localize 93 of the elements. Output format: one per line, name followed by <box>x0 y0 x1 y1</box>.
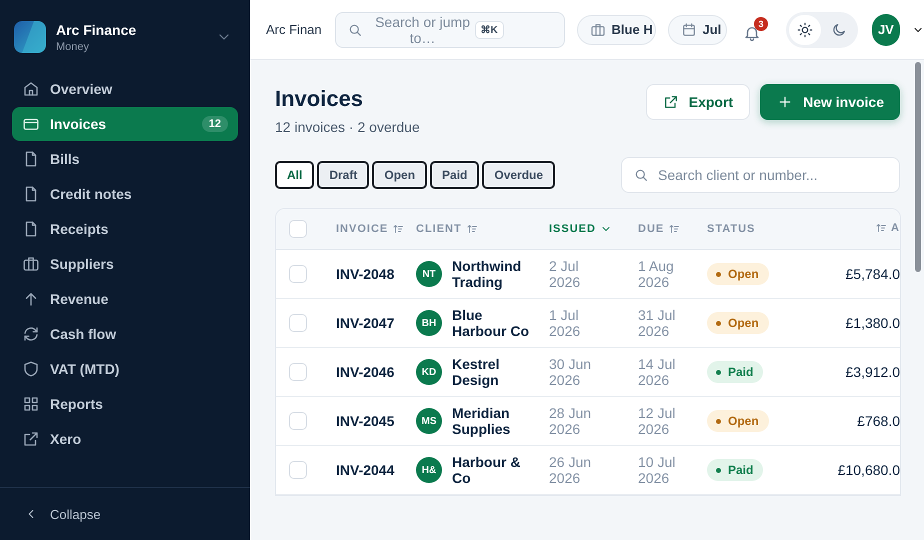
invoice-number[interactable]: INV-2048 <box>336 266 394 282</box>
sidebar-item[interactable]: Xero <box>12 422 238 456</box>
brand-subtitle: Money <box>56 40 90 52</box>
breadcrumb[interactable]: Arc Finan <box>266 22 323 37</box>
filter-tab[interactable]: Open <box>372 161 428 189</box>
filter-chip[interactable]: Jul <box>668 14 727 44</box>
checkbox[interactable] <box>289 314 307 332</box>
calendar-icon <box>680 22 696 38</box>
amount: £1,380.0 <box>844 315 900 331</box>
home-icon <box>22 80 40 98</box>
sidebar-item[interactable]: Receipts <box>12 212 238 246</box>
amount: £10,680.0 <box>836 462 900 478</box>
page-subtitle: 12 invoices · 2 overdue <box>275 119 421 135</box>
filter-chip[interactable]: Blue H <box>576 14 656 44</box>
checkbox[interactable] <box>289 461 307 479</box>
page-title: Invoices <box>275 86 364 112</box>
shield-icon <box>22 360 40 378</box>
amount: £3,912.0 <box>844 364 900 380</box>
search-icon <box>633 167 649 183</box>
checkbox[interactable] <box>289 220 307 238</box>
due-date: 1 Aug 2026 <box>638 258 675 290</box>
client-name: Harbour & Co <box>452 454 522 486</box>
status-badge: Open <box>707 410 769 432</box>
sidebar-item[interactable]: Reports <box>12 387 238 421</box>
filter-tab[interactable]: All <box>275 161 314 189</box>
light-mode-button[interactable] <box>788 14 821 44</box>
column-header: STATUS <box>707 223 756 235</box>
issued-date: 1 Jul 2026 <box>549 307 582 339</box>
due-date: 14 Jul 2026 <box>638 356 676 388</box>
filter-tab[interactable]: Paid <box>430 161 480 189</box>
sort-icon <box>668 223 680 235</box>
sidebar-item[interactable]: Invoices 12 <box>12 107 238 141</box>
new-invoice-button[interactable]: New invoice <box>760 84 900 120</box>
invoice-number[interactable]: INV-2046 <box>336 364 394 380</box>
client-name: Kestrel Design <box>452 356 500 388</box>
filter-tab[interactable]: Overdue <box>482 161 556 189</box>
amount: £5,784.0 <box>844 266 900 282</box>
issued-date: 28 Jun 2026 <box>549 405 592 437</box>
client-avatar: NT <box>416 261 442 287</box>
client-avatar: MS <box>416 408 442 434</box>
notification-badge: 3 <box>754 17 768 31</box>
sidebar-item[interactable]: Overview <box>12 72 238 106</box>
checkbox[interactable] <box>289 265 307 283</box>
sidebar-item[interactable]: Revenue <box>12 282 238 316</box>
search-icon <box>346 22 363 38</box>
sidebar-item[interactable]: Credit notes <box>12 177 238 211</box>
client-name: Blue Harbour Co <box>452 307 530 339</box>
sort-icon <box>392 223 404 235</box>
client-name: Northwind Trading <box>452 258 522 290</box>
invoice-number[interactable]: INV-2045 <box>336 413 394 429</box>
grid-icon <box>22 395 40 413</box>
count-badge: 12 <box>202 116 228 132</box>
scrollbar-thumb[interactable] <box>915 62 921 272</box>
export-button[interactable]: Export <box>646 84 750 120</box>
due-date: 31 Jul 2026 <box>638 307 676 339</box>
status-badge: Open <box>707 263 769 285</box>
status-badge: Paid <box>707 459 764 481</box>
due-date: 10 Jul 2026 <box>638 454 676 486</box>
amount: £768.0 <box>856 413 900 429</box>
search-field[interactable]: Search client or number... <box>621 157 900 193</box>
sort-icon <box>875 222 888 234</box>
briefcase-icon <box>22 255 40 273</box>
invoice-number[interactable]: INV-2047 <box>336 315 394 331</box>
logo-icon <box>14 21 46 53</box>
client-avatar: BH <box>416 310 442 336</box>
issued-date: 30 Jun 2026 <box>549 356 592 388</box>
brand-name: Arc Finance <box>56 22 138 38</box>
checkbox[interactable] <box>289 363 307 381</box>
checkbox[interactable] <box>289 412 307 430</box>
refresh-icon <box>22 325 40 343</box>
sort-icon <box>466 223 478 235</box>
briefcase-icon <box>590 22 606 38</box>
sidebar-item[interactable]: Bills <box>12 142 238 176</box>
shortcut-hint: ⌘K <box>474 20 504 38</box>
client-name: Meridian Supplies <box>452 405 512 437</box>
user-avatar[interactable]: JV <box>872 14 900 46</box>
sun-icon <box>796 22 813 38</box>
sidebar-item[interactable]: Suppliers <box>12 247 238 281</box>
client-avatar: KD <box>416 359 442 385</box>
status-badge: Open <box>707 312 769 334</box>
due-date: 12 Jul 2026 <box>638 405 676 437</box>
external-link-icon <box>22 430 40 448</box>
invoice-number[interactable]: INV-2044 <box>336 462 394 478</box>
filter-tab[interactable]: Draft <box>317 161 370 189</box>
notification-button[interactable]: 3 <box>742 17 768 42</box>
sidebar-item[interactable]: VAT (MTD) <box>12 352 238 386</box>
sidebar-item[interactable]: Cash flow <box>12 317 238 351</box>
moon-icon <box>830 22 847 38</box>
status-badge: Paid <box>707 361 764 383</box>
client-avatar: H& <box>416 457 442 483</box>
issued-date: 26 Jun 2026 <box>549 454 592 486</box>
issued-date: 2 Jul 2026 <box>549 258 582 290</box>
external-link-icon <box>662 94 679 110</box>
